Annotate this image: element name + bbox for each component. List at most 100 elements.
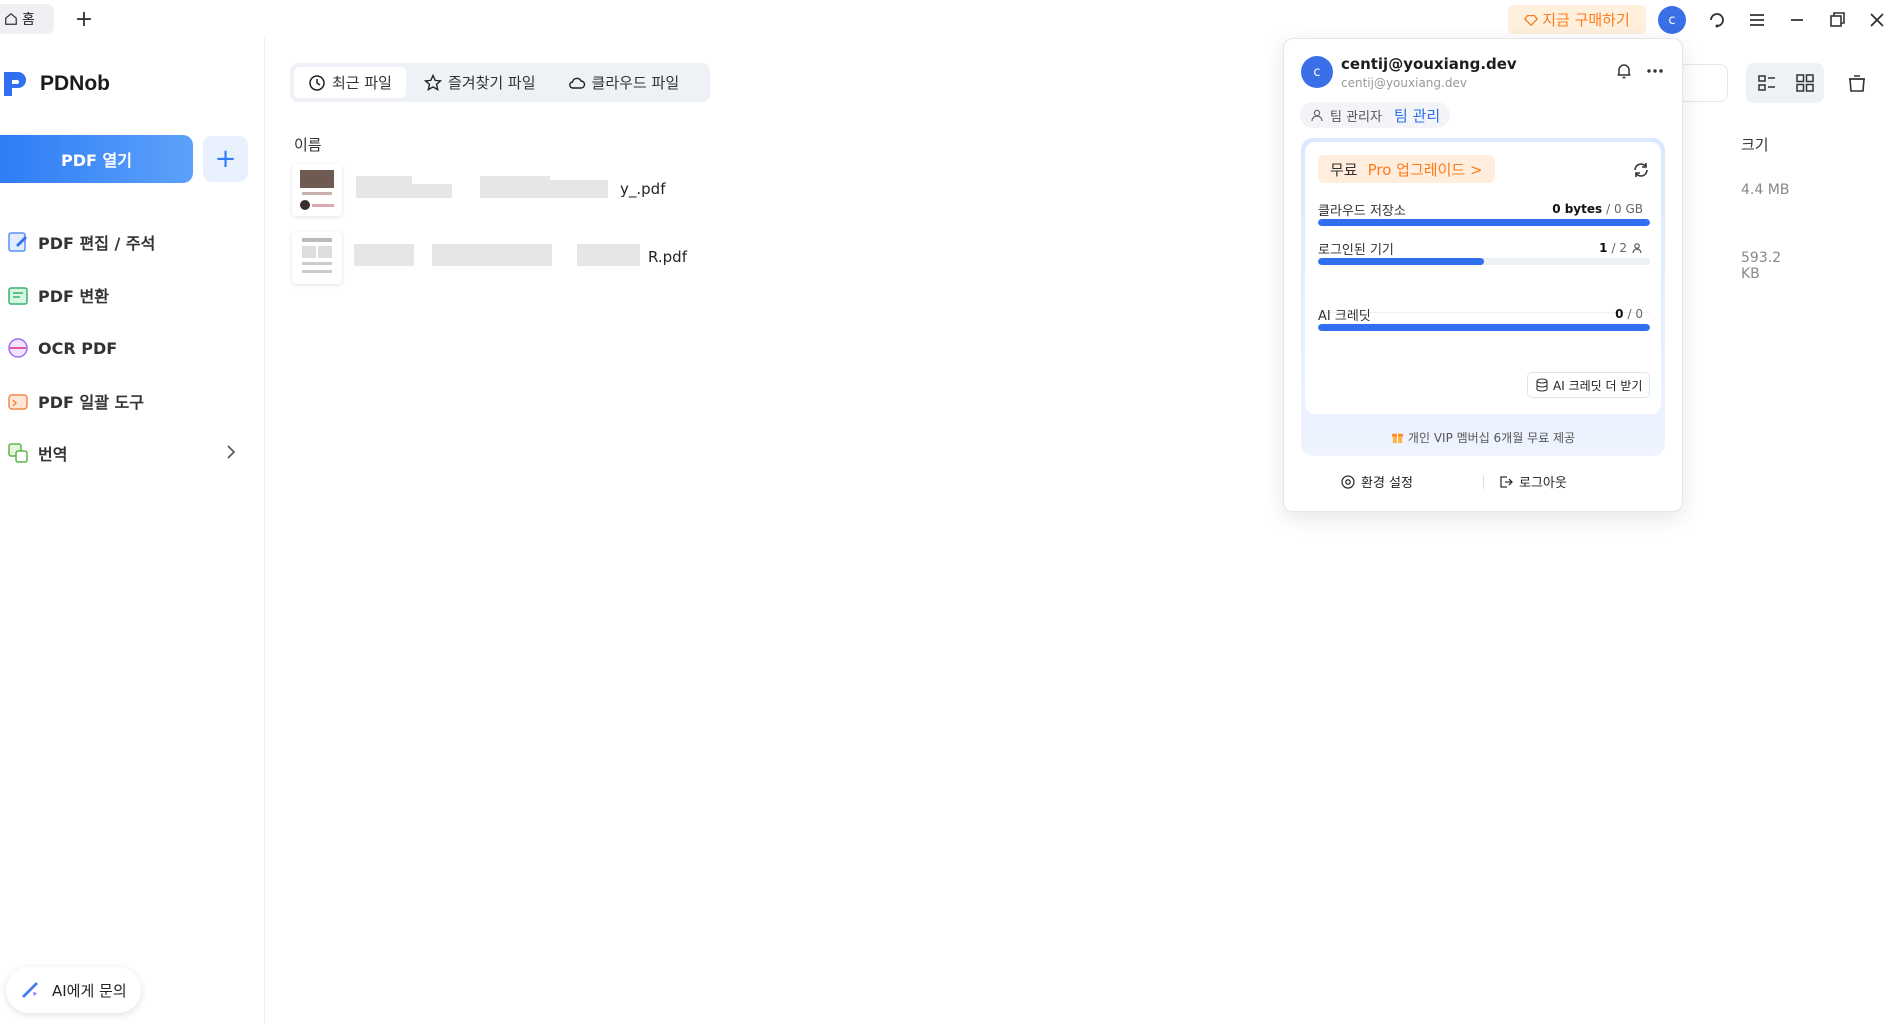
get-more-credits-label: AI 크레딧 더 받기: [1553, 378, 1643, 393]
devices-label: 로그인된 기기: [1318, 243, 1394, 258]
diamond-icon: [1524, 14, 1539, 26]
app-logo: PDNob: [0, 68, 110, 100]
home-tab-label: 홈: [22, 12, 35, 28]
open-pdf-button[interactable]: PDF 열기: [0, 135, 193, 183]
sidebar: PDNob PDF 열기 + PDF 편집 / 주석 PDF 변환 OCR PD…: [0, 38, 265, 1024]
restore-icon[interactable]: [1823, 6, 1851, 34]
star-icon: [423, 73, 442, 91]
ask-ai-button[interactable]: AI에게 문의: [6, 967, 141, 1013]
tab-recent[interactable]: 최근 파일: [294, 67, 406, 98]
sidebar-item-batch[interactable]: PDF 일괄 도구: [0, 381, 250, 421]
title-bar: 홈 + 지금 구매하기 c: [0, 0, 1897, 38]
ocr-icon: [8, 338, 28, 358]
trash-icon[interactable]: [1836, 64, 1878, 102]
tab-cloud[interactable]: 클라우드 파일: [554, 67, 694, 98]
redacted-text: [356, 176, 412, 198]
file-name: y_.pdf: [620, 180, 666, 198]
app-name: PDNob: [40, 72, 110, 95]
home-tab[interactable]: 홈: [0, 4, 54, 34]
file-size: 4.4 MB: [1741, 182, 1790, 198]
redacted-text: [354, 244, 414, 266]
device-manage-icon[interactable]: [1631, 242, 1643, 254]
redacted-text: [412, 184, 452, 198]
devices-fill: [1318, 258, 1484, 265]
sidebar-item-translate[interactable]: 번역: [0, 433, 250, 473]
team-manage-link[interactable]: 팀 관리: [1394, 105, 1440, 126]
file-thumbnail: [292, 164, 342, 216]
batch-tools-icon: [8, 394, 28, 410]
tab-label: 최근 파일: [332, 74, 392, 92]
sidebar-item-edit[interactable]: PDF 편집 / 주석: [0, 222, 250, 262]
account-email: centij@youxiang.dev: [1341, 55, 1517, 73]
cloud-total: / 0 GB: [1606, 202, 1643, 216]
user-avatar[interactable]: c: [1658, 6, 1686, 34]
sidebar-item-label: PDF 일괄 도구: [38, 393, 144, 412]
translate-icon: [8, 443, 28, 463]
sidebar-item-convert[interactable]: PDF 변환: [0, 275, 250, 315]
plan-card: 무료 Pro 업그레이드 > 클라우드 저장소 0 bytes/ 0 GB 로그…: [1301, 138, 1665, 456]
clock-icon: [309, 74, 325, 91]
search-input[interactable]: [1680, 64, 1728, 102]
gift-icon: [1391, 433, 1403, 444]
logout-icon: [1500, 475, 1513, 488]
pdnob-logo-icon: [4, 72, 26, 96]
account-popup: c centij@youxiang.dev centij@youxiang.de…: [1283, 38, 1683, 512]
sidebar-item-label: 번역: [38, 445, 68, 464]
add-button[interactable]: +: [203, 136, 248, 182]
menu-icon[interactable]: [1743, 6, 1771, 34]
file-name: R.pdf: [648, 248, 687, 266]
ai-credit-fill: [1318, 324, 1650, 331]
plan-free-label: 무료: [1330, 160, 1358, 179]
list-view-icon[interactable]: [1746, 64, 1788, 102]
team-row: 팀 관리자 팀 관리: [1300, 102, 1451, 128]
bell-icon[interactable]: [1614, 61, 1634, 81]
ai-credit-value: 0/ 0: [1615, 307, 1643, 321]
tab-label: 클라우드 파일: [591, 74, 680, 92]
ai-credit-used: 0: [1615, 307, 1624, 321]
user-icon: [1311, 109, 1323, 122]
more-icon[interactable]: [1644, 61, 1666, 81]
cloud-used: 0 bytes: [1552, 202, 1603, 216]
ai-credit-bar: [1318, 324, 1650, 331]
support-icon[interactable]: [1703, 6, 1731, 34]
logout-label: 로그아웃: [1519, 476, 1567, 491]
vip-offer[interactable]: 개인 VIP 멤버십 6개월 무료 제공: [1301, 429, 1665, 446]
devices-total: / 2: [1611, 241, 1628, 255]
settings-icon: [1341, 474, 1355, 489]
buy-now-label: 지금 구매하기: [1542, 11, 1630, 29]
grid-view-icon[interactable]: [1784, 64, 1826, 102]
devices-value: 1/ 2: [1599, 241, 1643, 255]
settings-label: 환경 설정: [1361, 476, 1413, 491]
sidebar-item-ocr[interactable]: OCR PDF: [0, 328, 250, 368]
cloud-icon: [568, 77, 585, 89]
popup-avatar: c: [1301, 56, 1333, 88]
tab-label: 즐겨찾기 파일: [447, 74, 536, 92]
redacted-text: [577, 244, 640, 266]
sidebar-item-label: OCR PDF: [38, 338, 118, 358]
buy-now-button[interactable]: 지금 구매하기: [1508, 5, 1646, 34]
convert-icon: [8, 287, 28, 305]
database-icon: [1536, 378, 1548, 392]
cloud-storage-fill: [1318, 219, 1650, 226]
get-more-credits-button[interactable]: AI 크레딧 더 받기: [1527, 372, 1651, 398]
refresh-icon[interactable]: [1631, 160, 1651, 180]
close-icon[interactable]: [1863, 6, 1891, 34]
footer-separator: [1483, 475, 1484, 489]
ai-credit-total: / 0: [1627, 307, 1644, 321]
logout-button[interactable]: 로그아웃: [1498, 472, 1567, 491]
settings-button[interactable]: 환경 설정: [1340, 472, 1413, 491]
sidebar-item-label: PDF 편집 / 주석: [38, 234, 156, 253]
minimize-icon[interactable]: [1783, 6, 1811, 34]
column-header-size[interactable]: 크기: [1741, 134, 1769, 155]
redacted-text: [480, 176, 550, 198]
column-header-name[interactable]: 이름: [294, 134, 322, 155]
chevron-right-icon: [227, 445, 236, 459]
upgrade-pro-link[interactable]: Pro 업그레이드 >: [1368, 159, 1483, 180]
ai-sparkle-icon: [22, 982, 38, 998]
file-size: 593.2 KB: [1741, 250, 1782, 282]
plan-badge: 무료 Pro 업그레이드 >: [1318, 155, 1495, 183]
sidebar-item-label: PDF 변환: [38, 287, 109, 306]
new-tab-button[interactable]: +: [72, 6, 96, 32]
cloud-storage-value: 0 bytes/ 0 GB: [1552, 202, 1643, 216]
tab-favorites[interactable]: 즐겨찾기 파일: [410, 67, 550, 98]
